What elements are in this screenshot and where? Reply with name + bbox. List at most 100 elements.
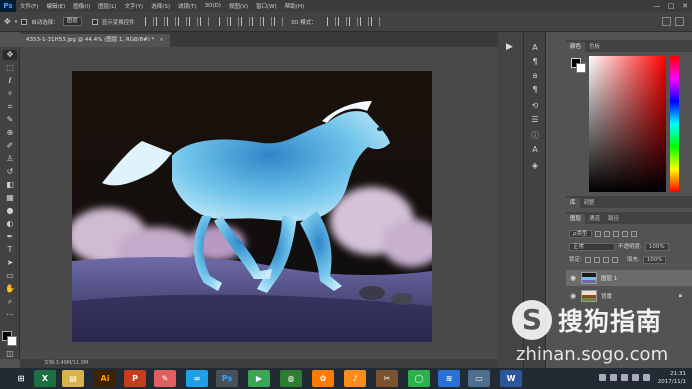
blur-tool-icon[interactable]: ● [3, 206, 17, 216]
crop-tool-icon[interactable]: ⌗ [3, 102, 17, 112]
show-transform-checkbox[interactable] [91, 18, 98, 25]
align-middle-button[interactable] [155, 17, 165, 26]
lock-all-icon[interactable] [611, 257, 618, 263]
workspace-switcher[interactable] [675, 17, 684, 26]
menu-layer[interactable]: 图层(L) [94, 2, 120, 10]
tray-notification-icon[interactable] [643, 374, 650, 381]
fill-input[interactable]: 100% [642, 256, 667, 264]
start-button-icon[interactable]: ⊞ [10, 370, 32, 387]
move-tool-icon[interactable]: ✥ [4, 17, 11, 26]
tab-paths[interactable]: 路径 [604, 214, 623, 224]
taskbar-clock[interactable]: 21:31 2017/11/1 [658, 370, 686, 386]
close-button[interactable]: ✕ [678, 2, 692, 10]
magic-wand-tool-icon[interactable]: ✧ [3, 89, 17, 99]
menu-type[interactable]: 文字(Y) [121, 2, 148, 10]
powerpoint-app-icon[interactable]: P [124, 370, 146, 387]
menu-view[interactable]: 视图(V) [225, 2, 252, 10]
distribute-top-button[interactable] [218, 17, 228, 26]
adjustment-filter-icon[interactable] [603, 231, 610, 237]
baidu-netdisk-icon[interactable]: ∞ [186, 370, 208, 387]
illustrator-app-icon[interactable]: Ai [94, 370, 116, 387]
smart-object-filter-icon[interactable] [630, 231, 637, 237]
type-tool-icon[interactable]: T [3, 245, 17, 255]
menu-edit[interactable]: 编辑(E) [42, 2, 69, 10]
search-icon[interactable] [662, 17, 671, 26]
eraser-tool-icon[interactable]: ◧ [3, 180, 17, 190]
maximize-button[interactable]: □ [664, 2, 678, 10]
shape-filter-icon[interactable] [621, 231, 628, 237]
lock-artboard-icon[interactable] [602, 257, 609, 263]
properties-panel-icon[interactable]: ☰ [528, 114, 542, 126]
brush-tool-icon[interactable]: ✐ [3, 141, 17, 151]
shape-tool-icon[interactable]: ▭ [3, 271, 17, 281]
app-feed-icon[interactable]: ≋ [438, 370, 460, 387]
tray-network-icon[interactable] [610, 374, 617, 381]
document-tab[interactable]: 4353-1-31H53.jpg @ 44.4% (图层 1, RGB/8#) … [20, 34, 170, 47]
align-right-button[interactable] [199, 17, 209, 26]
marquee-tool-icon[interactable]: ⬚ [3, 63, 17, 73]
pixel-filter-icon[interactable] [594, 231, 601, 237]
menu-image[interactable]: 图像(I) [69, 2, 94, 10]
gradient-tool-icon[interactable]: ▦ [3, 193, 17, 203]
layer-row[interactable]: ◉ 图层 1 [566, 270, 692, 286]
hand-tool-icon[interactable]: ✋ [3, 284, 17, 294]
pen-tool-icon[interactable]: ✒ [3, 232, 17, 242]
hue-slider[interactable] [670, 56, 679, 192]
app-music-icon[interactable]: ♪ [344, 370, 366, 387]
app-green-icon[interactable]: ◯ [408, 370, 430, 387]
foreground-background-colors[interactable] [2, 331, 18, 347]
tab-layers[interactable]: 图层 [566, 214, 586, 224]
app-tools-icon[interactable]: ✂ [376, 370, 398, 387]
auto-select-dropdown[interactable]: 图层 [62, 17, 82, 26]
layer-kind-filter[interactable]: ρ类型 [569, 230, 592, 238]
navigator-panel-icon[interactable]: A [528, 144, 542, 156]
photoshop-app-icon[interactable]: Ps [216, 370, 238, 387]
app-window-icon[interactable]: ▭ [468, 370, 490, 387]
play-icon[interactable]: ▶ [506, 42, 513, 52]
file-explorer-icon[interactable]: ▤ [62, 370, 84, 387]
tray-arrow-icon[interactable] [599, 374, 606, 381]
align-top-button[interactable] [144, 17, 154, 26]
tab-swatches[interactable]: 色板 [585, 42, 604, 52]
opacity-input[interactable]: 100% [644, 243, 669, 251]
paragraph-panel-icon[interactable]: ¶ [528, 56, 542, 68]
3d-drag-button[interactable] [348, 17, 358, 26]
eyedropper-tool-icon[interactable]: ✎ [3, 115, 17, 125]
tab-channels[interactable]: 通道 [585, 214, 604, 224]
lasso-tool-icon[interactable]: ℓ [3, 76, 17, 86]
more-tools-icon[interactable]: ⋯ [3, 310, 17, 320]
background-color-swatch[interactable] [7, 336, 17, 346]
tab-adjustments[interactable]: 调整 [580, 198, 599, 208]
word-app-icon[interactable]: W [500, 370, 522, 387]
chevron-down-icon[interactable]: ▾ [15, 19, 18, 25]
color-picker-field[interactable] [589, 56, 666, 192]
3d-roll-button[interactable] [337, 17, 347, 26]
eye-icon[interactable]: ◉ [569, 274, 577, 282]
distribute-bottom-button[interactable] [240, 17, 250, 26]
menu-filter[interactable]: 滤镜(T) [174, 2, 201, 10]
path-selection-tool-icon[interactable]: ➤ [3, 258, 17, 268]
3d-panel-icon[interactable]: ◈ [528, 160, 542, 172]
healing-brush-tool-icon[interactable]: ⊕ [3, 128, 17, 138]
auto-select-checkbox[interactable] [21, 18, 28, 25]
app-orange-icon[interactable]: ✿ [312, 370, 334, 387]
menu-file[interactable]: 文件(F) [16, 2, 42, 10]
paint-app-icon[interactable]: ✎ [154, 370, 176, 387]
history-panel-icon[interactable]: ⟲ [528, 100, 542, 112]
color-panel-background[interactable] [576, 63, 586, 73]
inverted-horse-image[interactable] [72, 71, 432, 342]
distribute-left-button[interactable] [251, 17, 261, 26]
lock-pixels-icon[interactable] [584, 257, 591, 263]
move-tool-icon[interactable]: ✥ [3, 50, 17, 60]
menu-3d[interactable]: 3D(D) [201, 3, 225, 9]
tab-libraries[interactable]: 库 [566, 198, 580, 208]
blend-mode-dropdown[interactable]: 正常 [569, 243, 615, 251]
lock-position-icon[interactable] [593, 257, 600, 263]
close-tab-icon[interactable]: × [159, 37, 164, 43]
excel-app-icon[interactable]: X [34, 370, 56, 387]
character-panel-icon[interactable]: A [528, 42, 542, 54]
tray-volume-icon[interactable] [621, 374, 628, 381]
history-brush-tool-icon[interactable]: ↺ [3, 167, 17, 177]
distribute-right-button[interactable] [273, 17, 283, 26]
distribute-center-button[interactable] [262, 17, 272, 26]
